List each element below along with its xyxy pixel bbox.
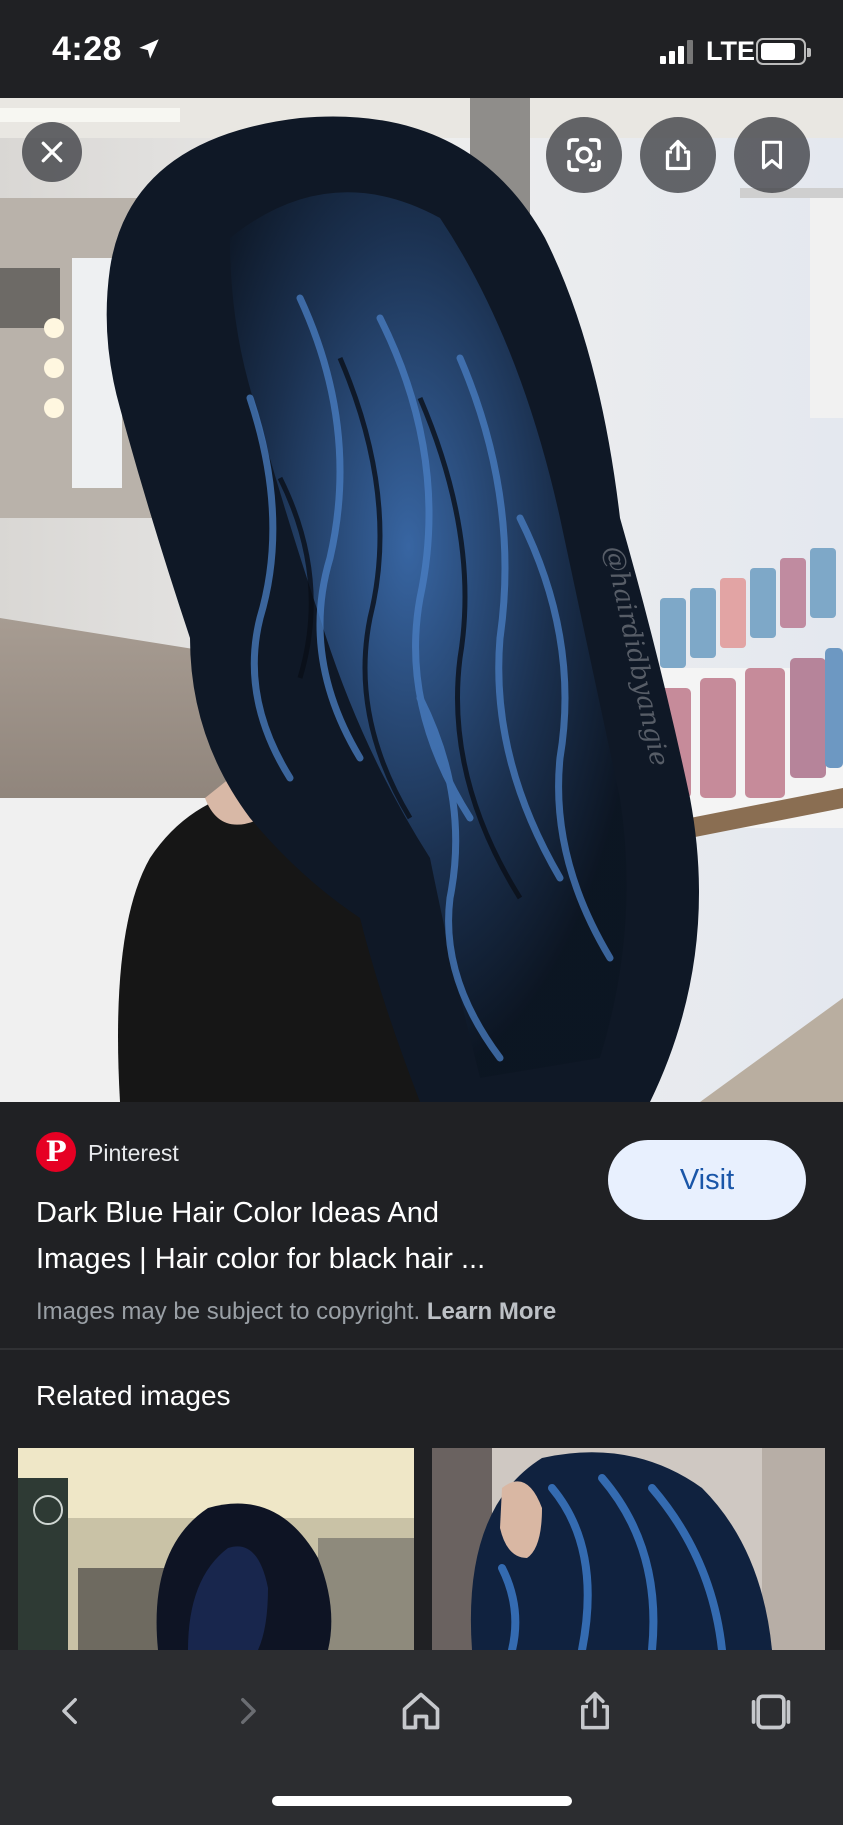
- share-button[interactable]: [640, 117, 716, 193]
- lens-search-button[interactable]: [546, 117, 622, 193]
- tabs-button[interactable]: [736, 1676, 806, 1746]
- close-icon: [41, 141, 63, 163]
- close-button[interactable]: [22, 122, 82, 182]
- tabs-icon: [751, 1694, 791, 1730]
- source-name[interactable]: Pinterest: [88, 1140, 179, 1167]
- salon-hair-thumbnail: [18, 1448, 414, 1650]
- home-button[interactable]: [386, 1676, 456, 1746]
- divider: [0, 1348, 843, 1350]
- pinterest-logo-icon: P: [36, 1132, 76, 1172]
- home-icon: [402, 1692, 440, 1730]
- battery-icon: [756, 38, 811, 65]
- bookmark-button[interactable]: [734, 117, 810, 193]
- back-button[interactable]: [36, 1676, 106, 1746]
- result-title[interactable]: Dark Blue Hair Color Ideas And Images | …: [36, 1190, 576, 1282]
- share-icon: [665, 139, 691, 171]
- status-bar: 4:28 LTE: [0, 0, 843, 98]
- location-arrow-icon: [139, 39, 159, 59]
- network-label: LTE: [706, 36, 755, 66]
- blue-hair-thumbnail: [432, 1448, 825, 1650]
- copyright-text: Images may be subject to copyright.: [36, 1298, 421, 1325]
- toolbar-share-button[interactable]: [560, 1676, 630, 1746]
- chevron-left-icon: [62, 1697, 77, 1725]
- result-title-line1: Dark Blue Hair Color Ideas And: [36, 1197, 439, 1229]
- status-time: 4:28: [52, 30, 123, 68]
- result-info-panel: P Pinterest Dark Blue Hair Color Ideas A…: [0, 1102, 843, 1350]
- related-image-thumbnail[interactable]: [18, 1448, 414, 1650]
- share-icon: [581, 1691, 609, 1730]
- main-image[interactable]: @hairdidbyangie: [0, 98, 843, 1102]
- hair-photo: @hairdidbyangie: [0, 98, 843, 1102]
- bookmark-icon: [761, 140, 783, 170]
- learn-more-link[interactable]: Learn More: [427, 1298, 556, 1325]
- related-images-heading: Related images: [36, 1380, 231, 1411]
- copyright-notice: Images may be subject to copyright. Lear…: [36, 1298, 556, 1326]
- cellular-signal-icon: [660, 40, 696, 64]
- lens-search-icon: [567, 138, 601, 172]
- related-image-thumbnail[interactable]: [432, 1448, 825, 1650]
- chevron-right-icon: [241, 1697, 256, 1725]
- home-indicator: [272, 1796, 572, 1806]
- result-title-line2: Images | Hair color for black hair ...: [36, 1243, 486, 1275]
- visit-button[interactable]: Visit: [608, 1140, 806, 1220]
- forward-button[interactable]: [212, 1676, 282, 1746]
